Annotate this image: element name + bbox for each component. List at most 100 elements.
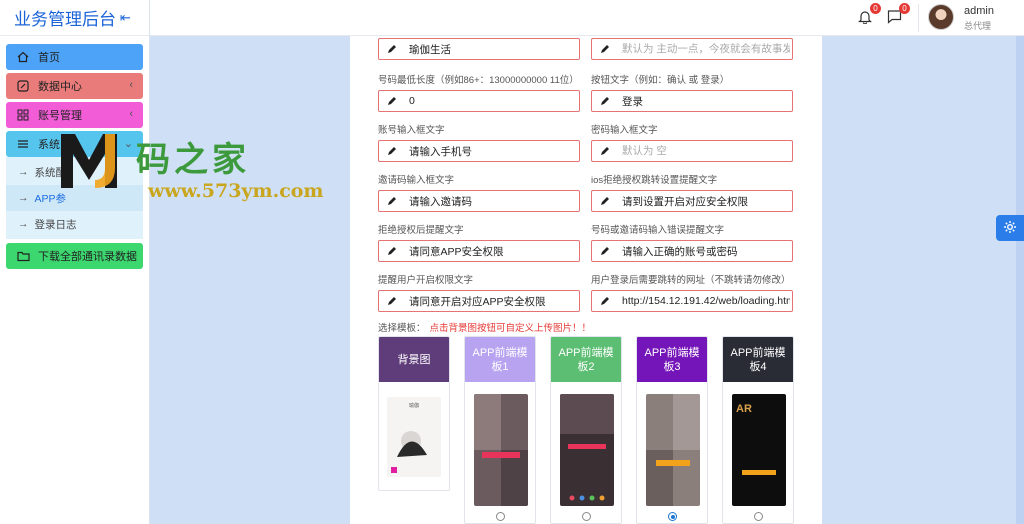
- input-box: [591, 290, 793, 312]
- collapse-icon[interactable]: ⇤: [120, 10, 131, 26]
- sidebar-item-label: 下载全部通讯录数据: [38, 251, 137, 263]
- form-row: 邀请码输入框文字 ios拒绝授权跳转设置提醒文字: [378, 172, 794, 212]
- permission-tip-input[interactable]: [405, 295, 577, 307]
- arrow-right-icon: →: [18, 218, 29, 230]
- input-box: [591, 140, 793, 162]
- field-label: 用户登录后需要跳转的网址（不跳转请勿修改）: [591, 275, 791, 286]
- watermark-logo: [61, 134, 117, 188]
- field-ios-reject-tip: ios拒绝授权跳转设置提醒文字: [591, 172, 793, 212]
- edit-icon: [379, 146, 405, 156]
- field-account-placeholder: 账号输入框文字: [378, 122, 580, 162]
- sidebar-item-label: 账号管理: [38, 110, 82, 122]
- ios-reject-tip-input[interactable]: [618, 195, 790, 207]
- template-radio-selected[interactable]: [668, 512, 677, 521]
- field-label: 号码最低长度（例如86+：13000000000 11位）: [378, 75, 579, 86]
- template-card-background[interactable]: 背景图 瑜伽: [378, 336, 450, 491]
- edit-icon: [592, 96, 618, 106]
- sidebar-item-download-contacts[interactable]: 下载全部通讯录数据: [6, 243, 143, 269]
- sidebar-subitem-label: 登录日志: [34, 218, 77, 231]
- sidebar-subitem-login-log[interactable]: → 登录日志: [6, 211, 143, 237]
- edit-icon: [592, 196, 618, 206]
- error-tip-input[interactable]: [618, 245, 790, 257]
- template-preview-image: [560, 394, 614, 506]
- brand: 业务管理后台 ⇤: [0, 0, 149, 36]
- edit-icon: [592, 246, 618, 256]
- sidebar-item-home[interactable]: 首页: [6, 44, 143, 70]
- template-preview-image: AR: [732, 394, 786, 506]
- avatar[interactable]: [928, 4, 954, 30]
- svg-text:AR: AR: [736, 403, 752, 415]
- field-label: 邀请码输入框文字: [378, 175, 455, 186]
- bell-badge: 0: [870, 3, 881, 14]
- grid-icon: [16, 108, 30, 122]
- form-row: 账号输入框文字 密码输入框文字: [378, 122, 794, 162]
- app-name-input[interactable]: [405, 43, 577, 55]
- template-title: APP前端模板4: [723, 337, 793, 382]
- invite-text-input[interactable]: [405, 195, 577, 207]
- min-length-input[interactable]: [405, 95, 577, 107]
- app-title: 业务管理后台: [14, 10, 116, 29]
- form-row: 号码最低长度（例如86+：13000000000 11位） 按钮文字（例如：确认…: [378, 72, 794, 112]
- input-box: [378, 240, 580, 262]
- input-box: [378, 140, 580, 162]
- edit-icon: [379, 246, 405, 256]
- watermark-url: www.573ym.com: [148, 180, 324, 202]
- input-box: [591, 190, 793, 212]
- field-label: ios拒绝授权跳转设置提醒文字: [591, 175, 718, 186]
- template-card-4[interactable]: APP前端模板4 AR: [722, 336, 794, 524]
- edit-icon: [379, 196, 405, 206]
- field-slogan: [591, 38, 793, 60]
- folder-icon: [16, 249, 30, 263]
- account-text-input[interactable]: [405, 145, 577, 157]
- template-card-3[interactable]: APP前端模板3: [636, 336, 708, 524]
- field-redirect-url: 用户登录后需要跳转的网址（不跳转请勿修改）: [591, 272, 793, 312]
- main-content: 号码最低长度（例如86+：13000000000 11位） 按钮文字（例如：确认…: [150, 36, 1024, 524]
- slogan-input[interactable]: [618, 43, 790, 55]
- input-box: [378, 38, 580, 60]
- field-label: 号码或邀请码输入错误提醒文字: [591, 225, 725, 236]
- template-hint: 点击背景图按钮可自定义上传图片！！: [429, 323, 592, 334]
- template-preview-image: [646, 394, 700, 506]
- bell-icon[interactable]: 0: [858, 3, 881, 25]
- reject-tip-input[interactable]: [405, 245, 577, 257]
- template-radio[interactable]: [754, 512, 763, 521]
- template-title: APP前端模板1: [465, 337, 535, 382]
- gear-icon: [1003, 220, 1017, 237]
- input-box: [591, 90, 793, 112]
- template-radio[interactable]: [496, 512, 505, 521]
- arrow-right-icon: →: [18, 166, 29, 178]
- sidebar: 业务管理后台 ⇤ 首页 数据中心 ‹ 账号管理 ‹ 系统 ⌄ → 系统配 → A…: [0, 0, 150, 524]
- edit-icon: [592, 296, 618, 306]
- menu-icon: [16, 137, 30, 151]
- header-divider: [918, 4, 919, 32]
- settings-gear-button[interactable]: [996, 215, 1024, 241]
- arrow-right-icon: →: [18, 192, 29, 204]
- sidebar-item-data-center[interactable]: 数据中心 ‹: [6, 73, 143, 99]
- input-box: [591, 240, 793, 262]
- field-error-tip: 号码或邀请码输入错误提醒文字: [591, 222, 793, 262]
- edit-icon: [592, 146, 618, 156]
- field-label: 账号输入框文字: [378, 125, 445, 136]
- edit-icon: [592, 44, 618, 54]
- edit-icon: [379, 44, 405, 54]
- edit-icon: [379, 296, 405, 306]
- template-card-2[interactable]: APP前端模板2: [550, 336, 622, 524]
- field-reject-tip: 拒绝授权后提醒文字: [378, 222, 580, 262]
- password-text-input[interactable]: [618, 145, 790, 157]
- home-icon: [16, 50, 30, 64]
- input-box: [591, 38, 793, 60]
- user-name[interactable]: admin: [964, 5, 994, 17]
- template-card-1[interactable]: APP前端模板1: [464, 336, 536, 524]
- message-icon[interactable]: 0: [887, 3, 910, 25]
- template-radio[interactable]: [582, 512, 591, 521]
- template-title: APP前端模板2: [551, 337, 621, 382]
- field-password-placeholder: 密码输入框文字: [591, 122, 793, 162]
- sidebar-item-account[interactable]: 账号管理 ‹: [6, 102, 143, 128]
- edit-icon: [379, 96, 405, 106]
- redirect-url-input[interactable]: [618, 295, 790, 307]
- field-label: 密码输入框文字: [591, 125, 658, 136]
- field-permission-tip: 提醒用户开启权限文字: [378, 272, 580, 312]
- button-text-input[interactable]: [618, 95, 790, 107]
- field-app-name: [378, 38, 580, 60]
- form-row: 拒绝授权后提醒文字 号码或邀请码输入错误提醒文字: [378, 222, 794, 262]
